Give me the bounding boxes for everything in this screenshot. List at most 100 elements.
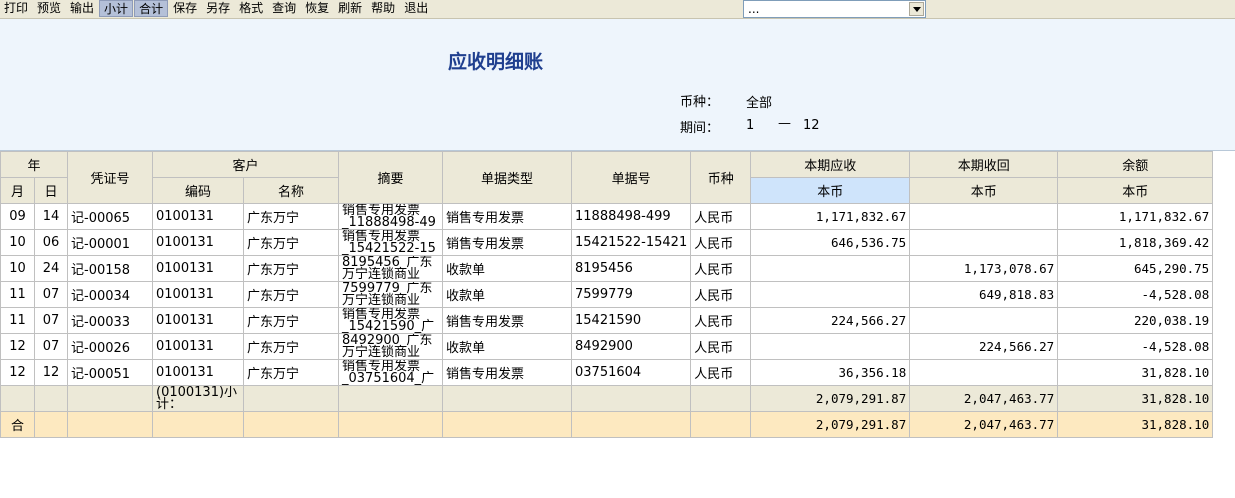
row-summary: 销售专用发票_11888498-49 — [338, 203, 443, 230]
subtotal-row[interactable]: (0100131)小计： 2,079,291.87 2,047,463.77 3… — [0, 385, 1214, 412]
period-to: 12 — [803, 118, 820, 133]
row-balance: 220,038.19 — [1057, 307, 1214, 334]
row-balance: -4,528.08 — [1057, 281, 1214, 308]
header-code[interactable]: 编码 — [152, 177, 244, 204]
toolbar: 打印 预览 输出 小计 合计 保存 另存 格式 查询 恢复 刷新 帮助 退出 — [0, 0, 1235, 19]
header-doc-no[interactable]: 单据号 — [570, 151, 692, 204]
row-code: 0100131 — [152, 229, 244, 256]
row-balance: 31,828.10 — [1057, 359, 1214, 386]
row-month: 10 — [0, 229, 35, 256]
row-day: 07 — [34, 333, 68, 360]
table-row[interactable]: 11 07 记-00034 0100131 广东万宁 7599779_广东万宁连锁商业 收款… — [0, 281, 1214, 308]
header-month[interactable]: 月 — [0, 177, 35, 204]
row-receivable — [750, 255, 911, 282]
row-voucher: 记-00001 — [67, 229, 153, 256]
chevron-down-icon[interactable] — [909, 2, 924, 16]
query-button[interactable]: 查询 — [268, 0, 300, 17]
subtotal-toggle-button[interactable]: 小计 — [99, 0, 134, 17]
view-select[interactable]: ... — [743, 0, 926, 18]
row-voucher: 记-00158 — [67, 255, 153, 282]
row-doc-type: 收款单 — [442, 255, 572, 282]
row-balance: 1,171,832.67 — [1057, 203, 1214, 230]
row-receivable: 646,536.75 — [750, 229, 911, 256]
row-receivable: 1,171,832.67 — [750, 203, 911, 230]
row-doc-no: 03751604 — [570, 359, 692, 386]
print-button[interactable]: 打印 — [0, 0, 32, 17]
row-doc-no: 7599779 — [570, 281, 692, 308]
row-receivable — [750, 333, 911, 360]
table-row[interactable]: 12 12 记-00051 0100131 广东万宁 销售专用发票_03751604_广销… — [0, 359, 1214, 386]
row-received — [909, 307, 1059, 334]
row-doc-no: 8492900 — [570, 333, 692, 360]
table-row[interactable]: 12 07 记-00026 0100131 广东万宁 8492900_广东万宁连锁商业 收款… — [0, 333, 1214, 360]
save-button[interactable]: 保存 — [169, 0, 201, 17]
row-summary: 8492900_广东万宁连锁商业 — [338, 333, 443, 360]
restore-button[interactable]: 恢复 — [301, 0, 333, 17]
row-receivable: 36,356.18 — [750, 359, 911, 386]
table-row[interactable]: 10 06 记-00001 0100131 广东万宁 销售专用发票_15421522-15… — [0, 229, 1214, 256]
row-month: 12 — [0, 359, 35, 386]
period-separator: — — [778, 116, 791, 131]
preview-button[interactable]: 预览 — [33, 0, 65, 17]
total-label: 合 — [0, 411, 35, 438]
help-button[interactable]: 帮助 — [367, 0, 399, 17]
header-balance: 余额 — [1057, 151, 1214, 178]
header-day[interactable]: 日 — [34, 177, 68, 204]
row-code: 0100131 — [152, 307, 244, 334]
row-day: 12 — [34, 359, 68, 386]
row-voucher: 记-00065 — [67, 203, 153, 230]
row-currency: 人民币 — [690, 255, 752, 282]
header-balance-local[interactable]: 本币 — [1057, 177, 1214, 204]
total-toggle-button[interactable]: 合计 — [134, 0, 169, 17]
save-as-button[interactable]: 另存 — [202, 0, 234, 17]
row-balance: 1,818,369.42 — [1057, 229, 1214, 256]
period-label: 期间： — [680, 121, 720, 136]
table-row[interactable]: 09 14 记-00065 0100131 广东万宁 销售专用发票_11888498-49… — [0, 203, 1214, 230]
row-doc-type: 销售专用发票 — [442, 229, 572, 256]
row-currency: 人民币 — [690, 307, 752, 334]
header-voucher[interactable]: 凭证号 — [67, 151, 153, 204]
table-row[interactable]: 11 07 记-00033 0100131 广东万宁 销售专用发票_15421590_广销… — [0, 307, 1214, 334]
row-name: 广东万宁 — [243, 203, 339, 230]
period-from: 1 — [746, 118, 755, 133]
refresh-button[interactable]: 刷新 — [334, 0, 366, 17]
row-doc-no: 11888498-499 — [570, 203, 692, 230]
row-voucher: 记-00034 — [67, 281, 153, 308]
row-month: 11 — [0, 281, 35, 308]
header-summary[interactable]: 摘要 — [338, 151, 443, 204]
row-receivable: 224,566.27 — [750, 307, 911, 334]
row-doc-no: 8195456 — [570, 255, 692, 282]
export-button[interactable]: 输出 — [66, 0, 98, 17]
row-summary: 8195456_广东万宁连锁商业 — [338, 255, 443, 282]
format-button[interactable]: 格式 — [235, 0, 267, 17]
row-doc-type: 销售专用发票 — [442, 203, 572, 230]
row-code: 0100131 — [152, 203, 244, 230]
exit-button[interactable]: 退出 — [400, 0, 432, 17]
subtotal-receivable: 2,079,291.87 — [750, 385, 911, 412]
row-name: 广东万宁 — [243, 255, 339, 282]
total-row[interactable]: 合 2,079,291.87 2,047,463.77 31,828.10 — [0, 411, 1214, 438]
row-code: 0100131 — [152, 359, 244, 386]
row-balance: 645,290.75 — [1057, 255, 1214, 282]
header-doc-type[interactable]: 单据类型 — [442, 151, 572, 204]
row-month: 10 — [0, 255, 35, 282]
row-currency: 人民币 — [690, 203, 752, 230]
row-doc-type: 销售专用发票 — [442, 307, 572, 334]
row-received: 224,566.27 — [909, 333, 1059, 360]
header-currency[interactable]: 币种 — [690, 151, 752, 204]
header-receivable: 本期应收 — [750, 151, 911, 178]
row-voucher: 记-00051 — [67, 359, 153, 386]
row-name: 广东万宁 — [243, 281, 339, 308]
row-month: 11 — [0, 307, 35, 334]
row-voucher: 记-00033 — [67, 307, 153, 334]
row-name: 广东万宁 — [243, 359, 339, 386]
row-code: 0100131 — [152, 255, 244, 282]
row-day: 07 — [34, 281, 68, 308]
header-received-local[interactable]: 本币 — [909, 177, 1059, 204]
table-row[interactable]: 10 24 记-00158 0100131 广东万宁 8195456_广东万宁连锁商业 收款… — [0, 255, 1214, 282]
header-name[interactable]: 名称 — [243, 177, 339, 204]
row-doc-type: 收款单 — [442, 281, 572, 308]
header-receivable-local[interactable]: 本币 — [750, 177, 911, 204]
row-currency: 人民币 — [690, 359, 752, 386]
row-day: 14 — [34, 203, 68, 230]
